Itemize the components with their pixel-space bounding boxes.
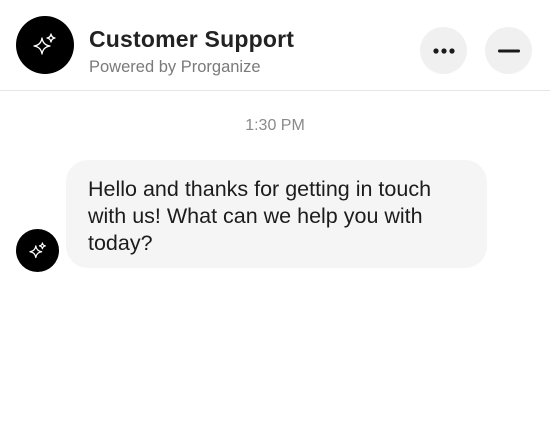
sparkles-icon	[33, 33, 56, 55]
support-avatar	[16, 16, 74, 74]
chat-header: Customer Support Powered by Prorganize	[0, 0, 550, 91]
sparkles-icon	[28, 241, 46, 258]
message-timestamp: 1:30 PM	[245, 117, 305, 134]
minimize-button[interactable]	[485, 27, 532, 74]
message-avatar	[16, 229, 59, 272]
minimize-icon	[497, 49, 520, 52]
more-options-button[interactable]	[420, 27, 467, 74]
header-subtitle: Powered by Prorganize	[89, 58, 261, 76]
more-horizontal-icon	[432, 47, 455, 54]
chat-widget: Customer Support Powered by Prorganize 1…	[0, 0, 550, 424]
agent-message-bubble: Hello and thanks for getting in touch wi…	[66, 160, 487, 268]
header-title: Customer Support	[89, 26, 295, 52]
